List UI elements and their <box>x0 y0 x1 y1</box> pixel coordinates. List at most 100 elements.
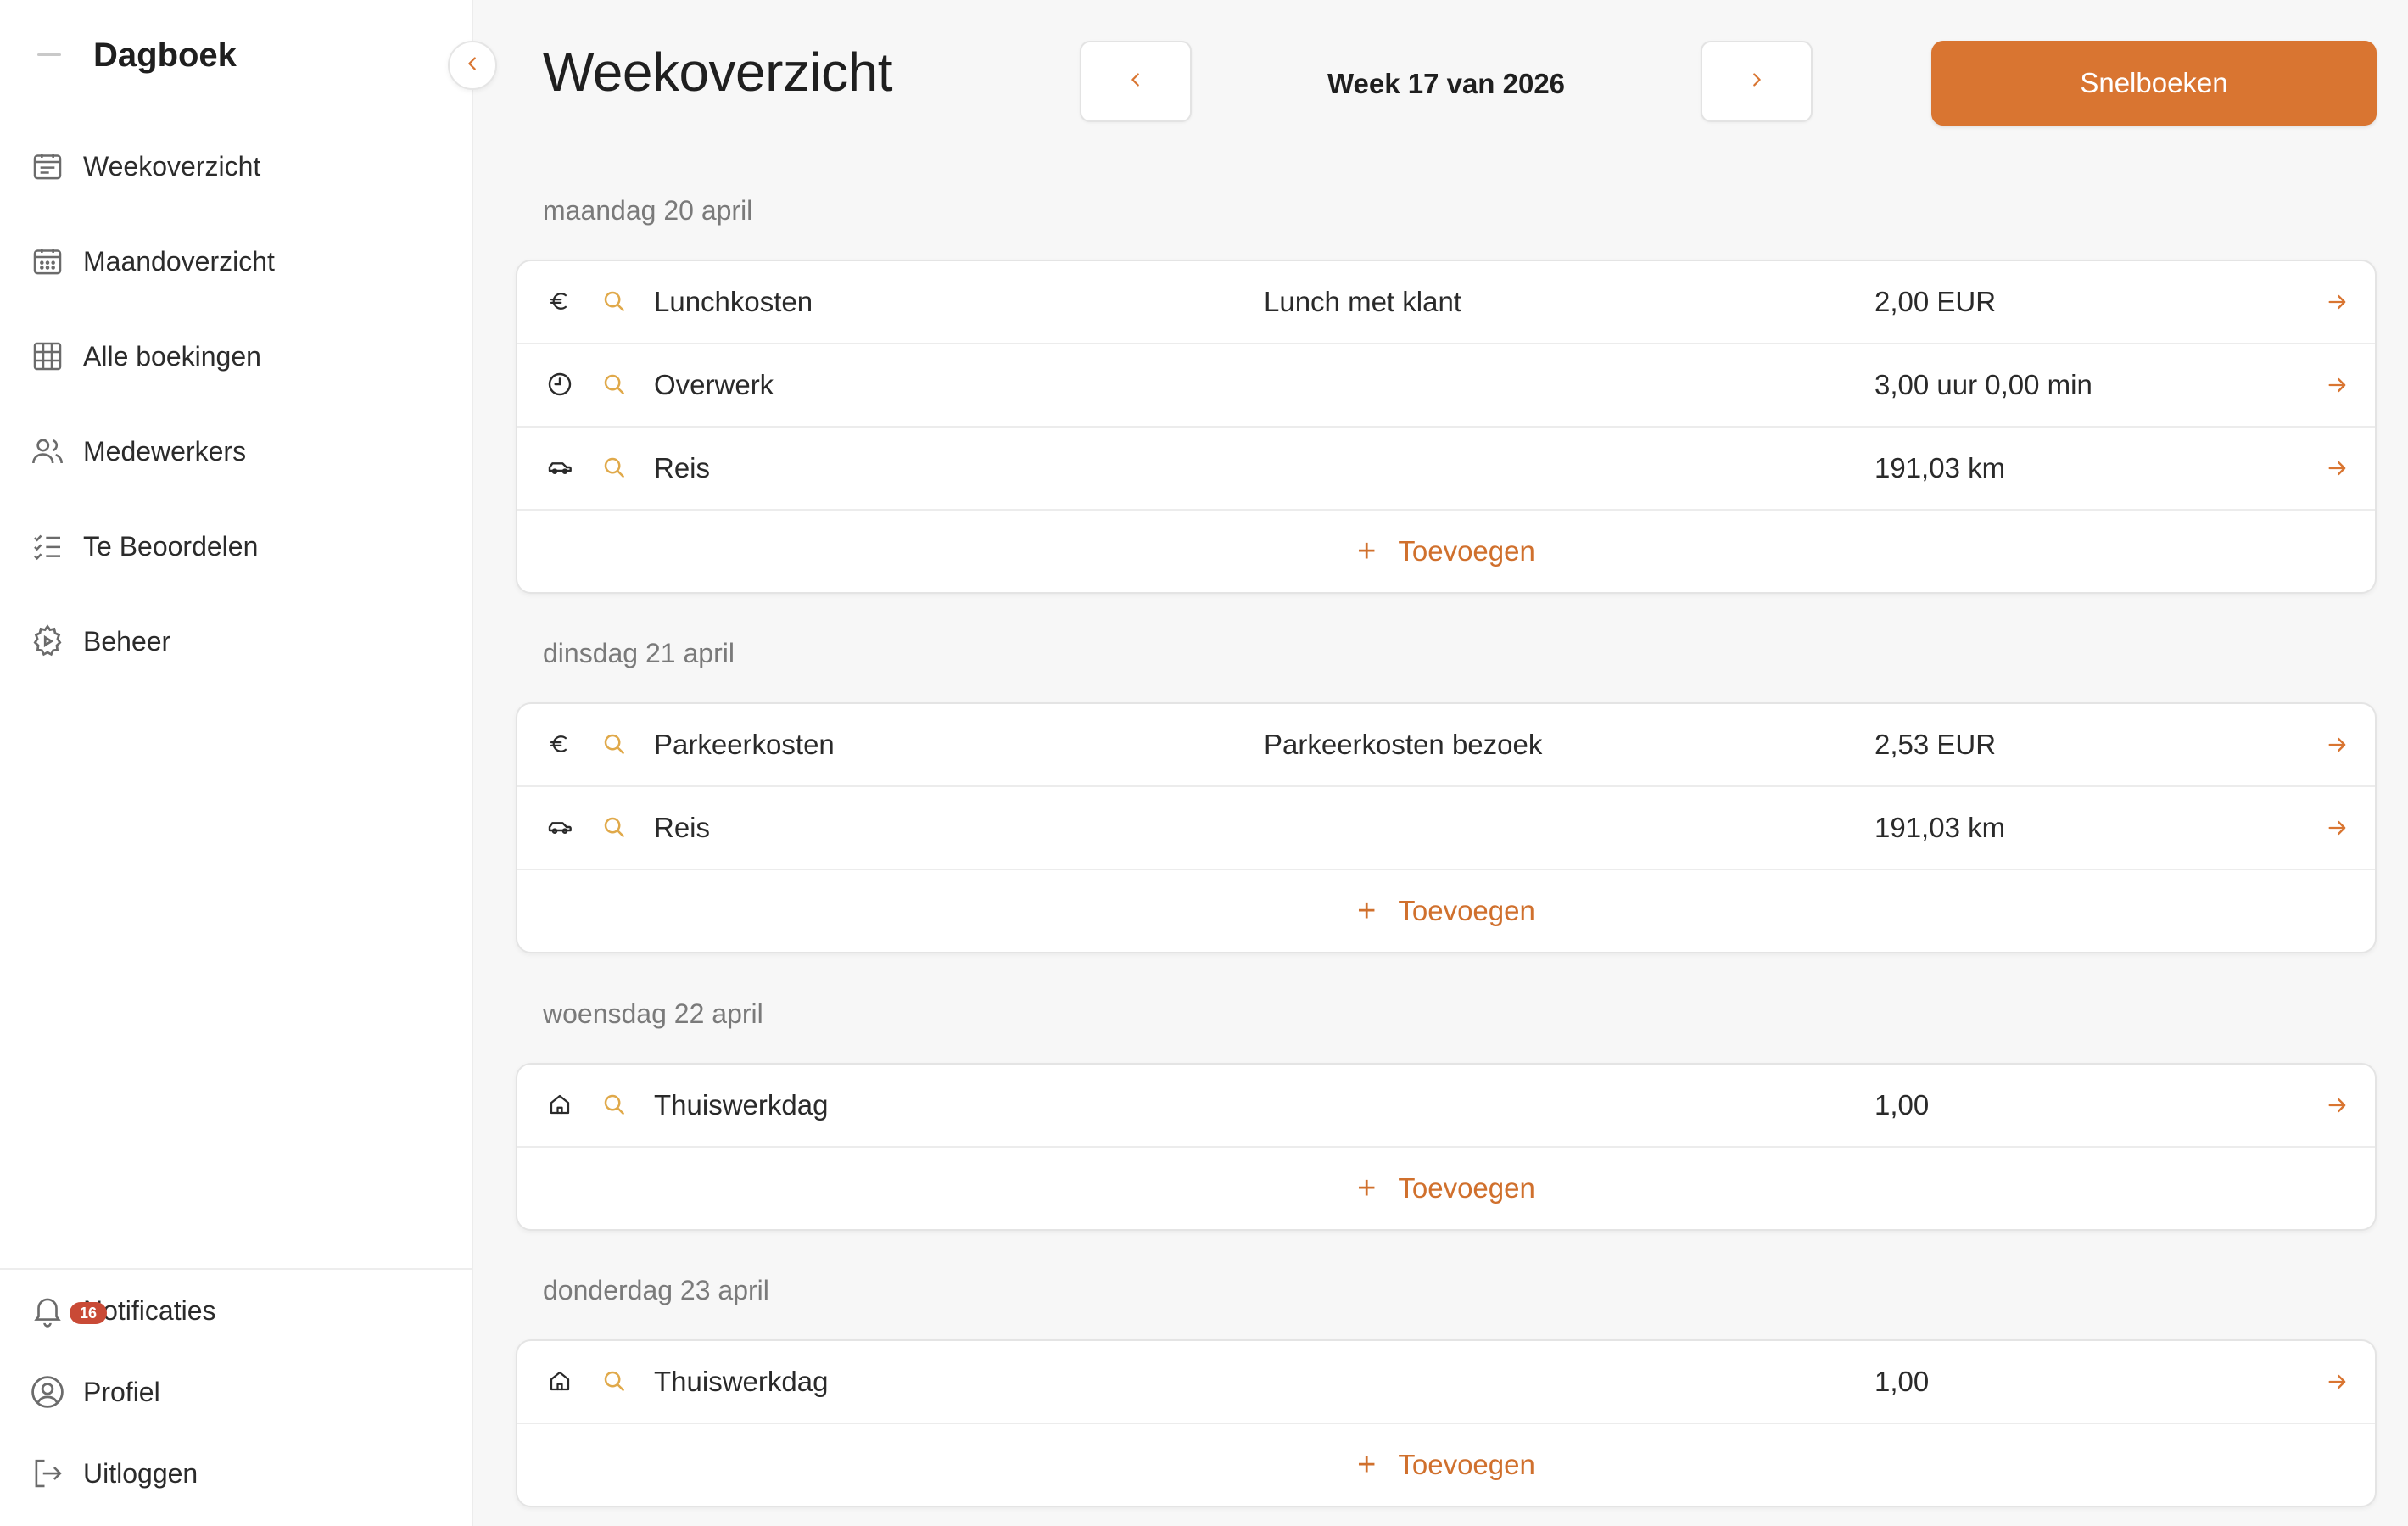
booking-row[interactable]: Reis 191,03 km <box>517 428 2375 511</box>
add-label: Toevoegen <box>1398 1172 1535 1204</box>
grid-icon <box>29 338 66 375</box>
sidebar-item-label: Beheer <box>83 625 171 657</box>
arrow-right-icon[interactable] <box>2322 287 2353 317</box>
sidebar-item-label: Medewerkers <box>83 435 247 467</box>
calendar-week-icon <box>29 148 66 185</box>
chevron-right-icon <box>1747 70 1766 93</box>
booking-row[interactable]: Lunchkosten Lunch met klant 2,00 EUR <box>517 261 2375 344</box>
search-icon[interactable] <box>597 1364 631 1398</box>
day-card: Thuiswerkdag 1,00 + Toevoegen <box>516 1063 2377 1231</box>
user-circle-icon <box>29 1373 66 1411</box>
sidebar-item-uitloggen[interactable]: Uitloggen <box>0 1433 473 1514</box>
booking-category: Reis <box>654 452 711 484</box>
sidebar-item-weekoverzicht[interactable]: Weekoverzicht <box>0 119 473 214</box>
booking-category: Thuiswerkdag <box>654 1089 829 1121</box>
sidebar-bottom: 16 Notificaties Profiel Uitloggen <box>0 1268 473 1514</box>
add-booking-button[interactable]: + Toevoegen <box>517 511 2375 592</box>
day-card: Thuiswerkdag 1,00 + Toevoegen <box>516 1339 2377 1507</box>
car-icon <box>543 810 577 844</box>
arrow-right-icon[interactable] <box>2322 729 2353 760</box>
arrow-right-icon[interactable] <box>2322 370 2353 400</box>
checklist-icon <box>29 528 66 565</box>
add-label: Toevoegen <box>1398 1449 1535 1480</box>
add-booking-button[interactable]: + Toevoegen <box>517 1148 2375 1229</box>
day-heading: donderdag 23 april <box>543 1275 769 1305</box>
chevron-left-icon <box>1126 70 1145 93</box>
sidebar-item-te-beoordelen[interactable]: Te Beoordelen <box>0 499 473 594</box>
users-icon <box>29 433 66 470</box>
booking-row[interactable]: Reis 191,03 km <box>517 787 2375 870</box>
sidebar-item-notificaties[interactable]: 16 Notificaties <box>0 1270 473 1351</box>
booking-row[interactable]: Thuiswerkdag 1,00 <box>517 1341 2375 1424</box>
home-icon <box>543 1087 577 1121</box>
car-icon <box>543 450 577 484</box>
sidebar-item-label: Alle boekingen <box>83 340 261 372</box>
plus-icon: + <box>1357 893 1377 929</box>
day-heading: woensdag 22 april <box>543 998 763 1029</box>
add-label: Toevoegen <box>1398 895 1535 926</box>
arrow-right-icon[interactable] <box>2322 813 2353 843</box>
day-card: Lunchkosten Lunch met klant 2,00 EUR Ove… <box>516 260 2377 594</box>
sidebar-item-label: Uitloggen <box>83 1457 198 1489</box>
sidebar-item-label: Weekoverzicht <box>83 150 261 182</box>
booking-category: Thuiswerkdag <box>654 1366 829 1397</box>
add-label: Toevoegen <box>1398 535 1535 567</box>
booking-value: 191,03 km <box>1874 452 2006 484</box>
bell-icon: 16 <box>29 1292 107 1329</box>
previous-week-button[interactable] <box>1080 41 1192 122</box>
chevron-left-icon <box>463 54 482 77</box>
quick-book-button[interactable]: Snelboeken <box>1931 41 2377 126</box>
booking-description: Parkeerkosten bezoek <box>1264 729 1543 760</box>
notification-badge: 16 <box>70 1302 107 1324</box>
day-heading: dinsdag 21 april <box>543 638 735 668</box>
brand: Dagboek <box>31 25 237 85</box>
home-icon <box>543 1364 577 1398</box>
sidebar-item-beheer[interactable]: Beheer <box>0 594 473 689</box>
booking-category: Reis <box>654 812 711 843</box>
booking-row[interactable]: Parkeerkosten Parkeerkosten bezoek 2,53 … <box>517 704 2375 787</box>
search-icon[interactable] <box>597 284 631 318</box>
booking-row[interactable]: Overwerk 3,00 uur 0,00 min <box>517 344 2375 428</box>
collapse-sidebar-button[interactable] <box>448 41 497 90</box>
sidebar-item-alle-boekingen[interactable]: Alle boekingen <box>0 309 473 404</box>
day-heading: maandag 20 april <box>543 195 753 226</box>
search-icon[interactable] <box>597 1087 631 1121</box>
brand-logo <box>31 53 70 57</box>
booking-value: 1,00 <box>1874 1089 1930 1121</box>
plus-icon: + <box>1357 1171 1377 1206</box>
add-booking-button[interactable]: + Toevoegen <box>517 870 2375 952</box>
day-card: Parkeerkosten Parkeerkosten bezoek 2,53 … <box>516 702 2377 953</box>
page-title: Weekoverzicht <box>543 42 893 103</box>
euro-icon <box>543 727 577 761</box>
arrow-right-icon[interactable] <box>2322 453 2353 484</box>
search-icon[interactable] <box>597 367 631 401</box>
next-week-button[interactable] <box>1701 41 1813 122</box>
booking-row[interactable]: Thuiswerkdag 1,00 <box>517 1065 2375 1148</box>
sidebar-item-medewerkers[interactable]: Medewerkers <box>0 404 473 499</box>
clock-icon <box>543 367 577 401</box>
add-booking-button[interactable]: + Toevoegen <box>517 1424 2375 1506</box>
search-icon[interactable] <box>597 810 631 844</box>
search-icon[interactable] <box>597 727 631 761</box>
booking-category: Parkeerkosten <box>654 729 835 760</box>
booking-value: 191,03 km <box>1874 812 2006 843</box>
sidebar: Dagboek Weekoverzicht Maandoverzicht All… <box>0 0 473 1526</box>
booking-value: 2,53 EUR <box>1874 729 1997 760</box>
sidebar-item-maandoverzicht[interactable]: Maandoverzicht <box>0 214 473 309</box>
booking-category: Overwerk <box>654 369 774 400</box>
week-label: Week 17 van 2026 <box>1327 68 1566 99</box>
search-icon[interactable] <box>597 450 631 484</box>
booking-value: 1,00 <box>1874 1366 1930 1397</box>
gear-icon <box>29 623 66 660</box>
sidebar-item-label: Te Beoordelen <box>83 530 259 562</box>
booking-description: Lunch met klant <box>1264 286 1461 317</box>
arrow-right-icon[interactable] <box>2322 1090 2353 1121</box>
arrow-right-icon[interactable] <box>2322 1367 2353 1397</box>
sidebar-nav: Weekoverzicht Maandoverzicht Alle boekin… <box>0 119 473 689</box>
sidebar-item-label: Maandoverzicht <box>83 245 275 277</box>
booking-category: Lunchkosten <box>654 286 813 317</box>
sidebar-item-profiel[interactable]: Profiel <box>0 1351 473 1433</box>
booking-value: 2,00 EUR <box>1874 286 1997 317</box>
plus-icon: + <box>1357 1447 1377 1483</box>
calendar-month-icon <box>29 243 66 280</box>
